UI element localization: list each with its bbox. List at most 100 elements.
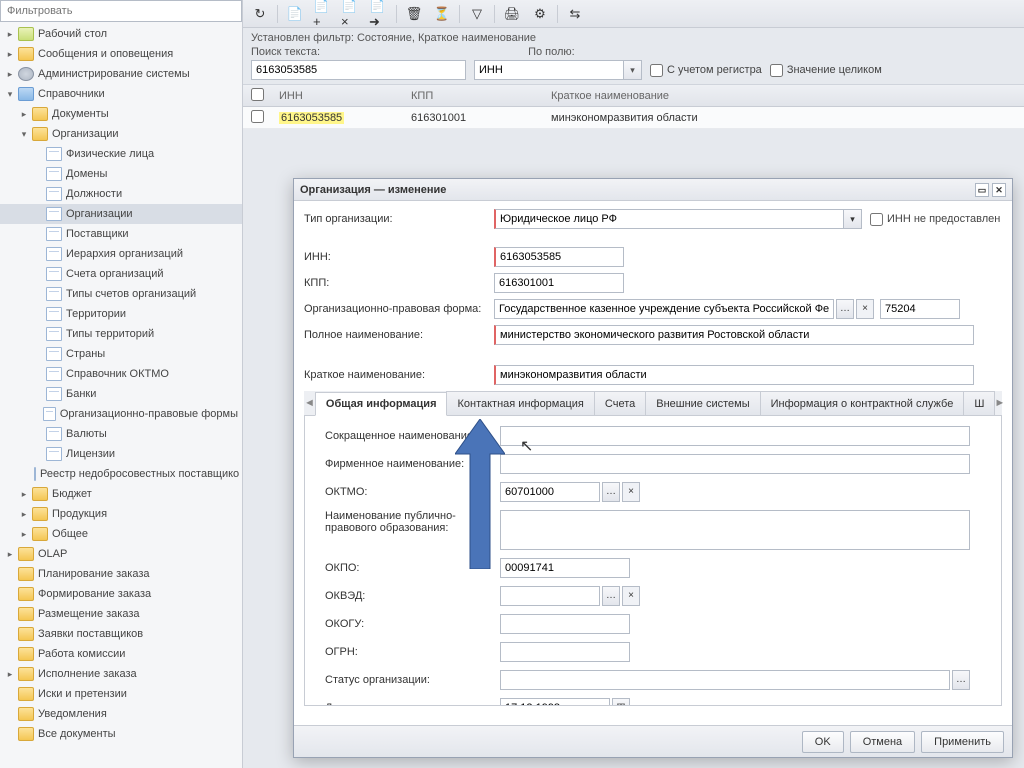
toolbar-button[interactable]: 🗑 bbox=[403, 3, 425, 25]
toolbar-button[interactable]: ▽ bbox=[466, 3, 488, 25]
toolbar-button[interactable]: 🖨 bbox=[501, 3, 523, 25]
tree-toggle-icon[interactable] bbox=[32, 348, 44, 360]
sidebar-filter-input[interactable] bbox=[0, 0, 242, 22]
search-input[interactable] bbox=[251, 60, 466, 80]
table-row[interactable]: 6163053585 616301001 минэкономразвития о… bbox=[243, 107, 1024, 129]
sidebar-item[interactable]: ▸Рабочий стол bbox=[0, 24, 242, 44]
toolbar-button[interactable]: 📄× bbox=[340, 3, 362, 25]
shortname-input[interactable] bbox=[494, 365, 974, 385]
sidebar-item[interactable]: Все документы bbox=[0, 724, 242, 744]
tree-toggle-icon[interactable] bbox=[32, 408, 41, 420]
clear-icon[interactable]: × bbox=[856, 299, 874, 319]
sidebar-item[interactable]: Размещение заказа bbox=[0, 604, 242, 624]
field-combo[interactable]: ▾ bbox=[474, 60, 642, 80]
okved-input[interactable] bbox=[500, 586, 600, 606]
tab-contact[interactable]: Контактная информация bbox=[446, 391, 594, 415]
toolbar-button[interactable]: ⏳ bbox=[431, 3, 453, 25]
tree-toggle-icon[interactable] bbox=[32, 368, 44, 380]
tree-toggle-icon[interactable]: ▸ bbox=[4, 68, 16, 80]
sidebar-item[interactable]: ▸Документы bbox=[0, 104, 242, 124]
ogrn-input[interactable] bbox=[500, 642, 630, 662]
col-kpp[interactable]: КПП bbox=[411, 90, 551, 102]
tree-toggle-icon[interactable] bbox=[32, 328, 44, 340]
tree-toggle-icon[interactable] bbox=[32, 188, 44, 200]
sidebar-item[interactable]: ▸Бюджет bbox=[0, 484, 242, 504]
sidebar-item[interactable]: Банки bbox=[0, 384, 242, 404]
sidebar-item[interactable]: ▾Справочники bbox=[0, 84, 242, 104]
sidebar-item[interactable]: ▸OLAP bbox=[0, 544, 242, 564]
tree-toggle-icon[interactable] bbox=[4, 628, 16, 640]
sidebar-item[interactable]: Страны bbox=[0, 344, 242, 364]
sidebar-item[interactable]: Заявки поставщиков bbox=[0, 624, 242, 644]
tree-toggle-icon[interactable] bbox=[32, 228, 44, 240]
sidebar-item[interactable]: ▸Администрирование системы bbox=[0, 64, 242, 84]
fullname-input[interactable] bbox=[494, 325, 974, 345]
toolbar-button[interactable]: 📄+ bbox=[312, 3, 334, 25]
lookup-icon[interactable]: … bbox=[602, 482, 620, 502]
tree-toggle-icon[interactable] bbox=[4, 568, 16, 580]
tree-toggle-icon[interactable] bbox=[32, 168, 44, 180]
toolbar-button[interactable]: 📄➜ bbox=[368, 3, 390, 25]
tab-accounts[interactable]: Счета bbox=[594, 391, 646, 415]
tree-toggle-icon[interactable]: ▸ bbox=[18, 488, 30, 500]
clear-icon[interactable]: × bbox=[622, 482, 640, 502]
select-all-checkbox[interactable] bbox=[251, 88, 264, 101]
tree-toggle-icon[interactable] bbox=[32, 388, 44, 400]
opf-code-input[interactable] bbox=[880, 299, 960, 319]
sidebar-item[interactable]: Должности bbox=[0, 184, 242, 204]
sidebar-item[interactable]: ▸Сообщения и оповещения bbox=[0, 44, 242, 64]
tree-toggle-icon[interactable]: ▸ bbox=[4, 48, 16, 60]
sidebar-item[interactable]: ▸Исполнение заказа bbox=[0, 664, 242, 684]
tab-general[interactable]: Общая информация bbox=[315, 392, 448, 416]
sidebar-item[interactable]: Домены bbox=[0, 164, 242, 184]
sidebar-item[interactable]: Валюты bbox=[0, 424, 242, 444]
whole-checkbox[interactable]: Значение целиком bbox=[770, 64, 882, 77]
lookup-icon[interactable]: … bbox=[602, 586, 620, 606]
lookup-icon[interactable]: … bbox=[952, 670, 970, 690]
sidebar-item[interactable]: Организации bbox=[0, 204, 242, 224]
dialog-titlebar[interactable]: Организация — изменение ▭ ✕ bbox=[294, 179, 1012, 201]
col-name[interactable]: Краткое наименование bbox=[551, 90, 1024, 102]
col-inn[interactable]: ИНН bbox=[271, 90, 411, 102]
tree-toggle-icon[interactable] bbox=[4, 688, 16, 700]
tree-toggle-icon[interactable]: ▾ bbox=[18, 128, 30, 140]
status-input[interactable] bbox=[500, 670, 950, 690]
sidebar-item[interactable]: Физические лица bbox=[0, 144, 242, 164]
sidebar-item[interactable]: Формирование заказа bbox=[0, 584, 242, 604]
opf-input[interactable] bbox=[494, 299, 834, 319]
tree-toggle-icon[interactable]: ▸ bbox=[4, 548, 16, 560]
tree-toggle-icon[interactable] bbox=[32, 268, 44, 280]
ok-button[interactable]: OK bbox=[802, 731, 844, 753]
type-input[interactable] bbox=[494, 209, 844, 229]
apply-button[interactable]: Применить bbox=[921, 731, 1004, 753]
toolbar-button[interactable]: ↻ bbox=[249, 3, 271, 25]
oktmo-input[interactable] bbox=[500, 482, 600, 502]
collapse-icon[interactable]: ▭ bbox=[975, 183, 989, 197]
sidebar-item[interactable]: Типы территорий bbox=[0, 324, 242, 344]
tree-toggle-icon[interactable]: ▸ bbox=[18, 108, 30, 120]
tree-toggle-icon[interactable]: ▸ bbox=[4, 668, 16, 680]
sidebar-item[interactable]: Иерархия организаций bbox=[0, 244, 242, 264]
sidebar-item[interactable]: Реестр недобросовестных поставщико bbox=[0, 464, 242, 484]
sidebar-item[interactable]: Планирование заказа bbox=[0, 564, 242, 584]
toolbar-button[interactable]: ⇆ bbox=[564, 3, 586, 25]
sidebar-item[interactable]: Иски и претензии bbox=[0, 684, 242, 704]
firm-input[interactable] bbox=[500, 454, 970, 474]
tree-toggle-icon[interactable] bbox=[32, 248, 44, 260]
sidebar-item[interactable]: ▸Продукция bbox=[0, 504, 242, 524]
tree-toggle-icon[interactable] bbox=[4, 588, 16, 600]
kpp-input[interactable] bbox=[494, 273, 624, 293]
tree-toggle-icon[interactable] bbox=[4, 648, 16, 660]
field-combo-input[interactable] bbox=[474, 60, 624, 80]
sidebar-item[interactable]: ▾Организации bbox=[0, 124, 242, 144]
sidebar-item[interactable]: ▸Общее bbox=[0, 524, 242, 544]
sidebar-item[interactable]: Территории bbox=[0, 304, 242, 324]
tree-toggle-icon[interactable]: ▸ bbox=[18, 508, 30, 520]
sidebar-item[interactable]: Счета организаций bbox=[0, 264, 242, 284]
okpo-input[interactable] bbox=[500, 558, 630, 578]
tree-toggle-icon[interactable] bbox=[32, 428, 44, 440]
toolbar-button[interactable]: 📄 bbox=[284, 3, 306, 25]
cancel-button[interactable]: Отмена bbox=[850, 731, 915, 753]
lookup-icon[interactable]: … bbox=[836, 299, 854, 319]
tab-scroll-left[interactable]: ◄ bbox=[304, 391, 315, 415]
